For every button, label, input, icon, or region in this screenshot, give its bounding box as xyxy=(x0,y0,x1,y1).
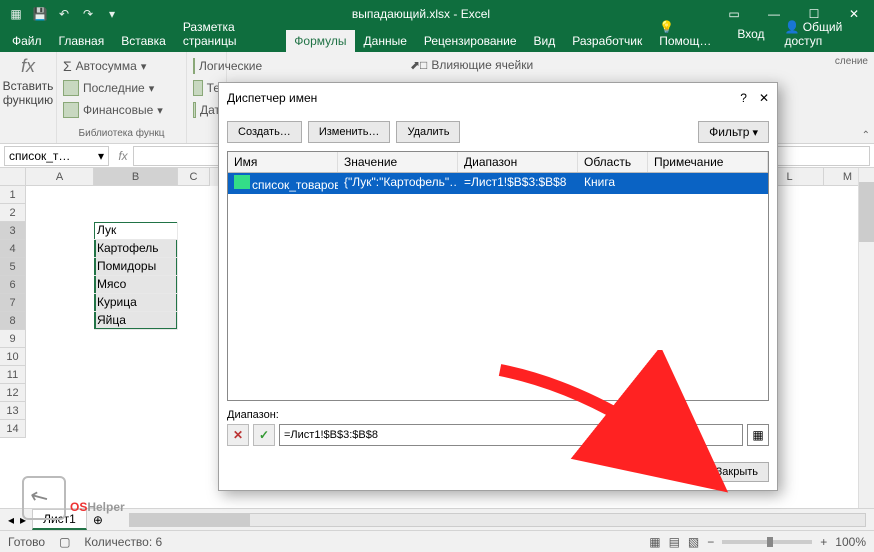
ribbon-group-label: Библиотека функц xyxy=(63,128,180,139)
row-header-11[interactable]: 11 xyxy=(0,366,26,384)
tab-help[interactable]: 💡 Помощ… xyxy=(651,16,728,52)
range-selector-icon[interactable]: ▦ xyxy=(747,424,769,446)
col-scope[interactable]: Область xyxy=(578,152,648,172)
share-button[interactable]: 👤 Общий доступ xyxy=(777,16,871,52)
name-icon xyxy=(234,175,250,189)
collapse-ribbon-icon[interactable]: ⌃ xyxy=(862,130,870,141)
signin-button[interactable]: Вход xyxy=(729,23,772,45)
row-header-14[interactable]: 14 xyxy=(0,420,26,438)
trace-precedents-button[interactable]: Влияющие ячейки xyxy=(431,58,533,72)
cell-B7[interactable]: Курица xyxy=(94,294,178,312)
tab-home[interactable]: Главная xyxy=(51,30,113,52)
create-button[interactable]: Создать… xyxy=(227,121,302,143)
row-header-10[interactable]: 10 xyxy=(0,348,26,366)
ribbon-tabs: Файл Главная Вставка Разметка страницы Ф… xyxy=(0,28,874,52)
range-input[interactable] xyxy=(279,424,743,446)
view-page-icon[interactable]: ▤ xyxy=(669,535,680,549)
sheet-nav-first-icon[interactable]: ◂ xyxy=(8,513,14,527)
quick-access-toolbar: ▦ 💾 ↶ ↷ ▾ xyxy=(0,6,128,22)
cancel-range-icon[interactable]: ✕ xyxy=(227,424,249,446)
row-header-4[interactable]: 4 xyxy=(0,240,26,258)
save-icon[interactable]: 💾 xyxy=(32,6,48,22)
cell-B3[interactable]: Лук xyxy=(94,222,178,240)
col-header-B[interactable]: B xyxy=(94,168,178,186)
tab-review[interactable]: Рецензирование xyxy=(416,30,525,52)
tab-view[interactable]: Вид xyxy=(526,30,564,52)
tab-file[interactable]: Файл xyxy=(4,30,50,52)
row-header-9[interactable]: 9 xyxy=(0,330,26,348)
tab-developer[interactable]: Разработчик xyxy=(564,30,650,52)
fx-icon[interactable]: fx xyxy=(113,149,133,163)
cell-B4[interactable]: Картофель xyxy=(94,240,178,258)
col-name[interactable]: Имя xyxy=(228,152,338,172)
row-header-12[interactable]: 12 xyxy=(0,384,26,402)
redo-icon[interactable]: ↷ xyxy=(80,6,96,22)
name-manager-dialog: Диспетчер имен ? ✕ Создать… Изменить… Уд… xyxy=(218,82,778,491)
text-button[interactable]: Те xyxy=(193,78,220,98)
row-header-5[interactable]: 5 xyxy=(0,258,26,276)
excel-icon: ▦ xyxy=(8,6,24,22)
accept-range-icon[interactable]: ✓ xyxy=(253,424,275,446)
zoom-level[interactable]: 100% xyxy=(835,535,866,549)
row-header-7[interactable]: 7 xyxy=(0,294,26,312)
delete-button[interactable]: Удалить xyxy=(396,121,460,143)
tab-insert[interactable]: Вставка xyxy=(113,30,174,52)
status-ready: Готово xyxy=(8,535,45,549)
dialog-close-icon[interactable]: ✕ xyxy=(759,91,769,105)
tab-formulas[interactable]: Формулы xyxy=(286,30,354,52)
name-box[interactable]: список_т…▾ xyxy=(4,146,109,166)
col-value[interactable]: Значение xyxy=(338,152,458,172)
row-headers: 1234567891011121314 xyxy=(0,186,26,438)
trace-precedents-icon[interactable]: ⬈□ xyxy=(410,58,427,72)
insert-function-button[interactable]: fx Вставить функцию xyxy=(6,56,50,107)
col-header-A[interactable]: A xyxy=(26,168,94,186)
zoom-in-icon[interactable]: + xyxy=(820,535,827,549)
row-header-8[interactable]: 8 xyxy=(0,312,26,330)
financial-button[interactable]: Финансовые ▾ xyxy=(63,100,180,120)
range-label: Диапазон: xyxy=(227,409,769,421)
undo-icon[interactable]: ↶ xyxy=(56,6,72,22)
ribbon-group-calc: сление xyxy=(835,56,868,67)
cell-B6[interactable]: Мясо xyxy=(94,276,178,294)
select-all-corner[interactable] xyxy=(0,168,26,186)
date-button[interactable]: Дат xyxy=(193,100,220,120)
horizontal-scrollbar[interactable] xyxy=(129,513,866,527)
zoom-slider[interactable] xyxy=(722,540,812,544)
dialog-help-icon[interactable]: ? xyxy=(740,91,747,105)
qat-more-icon[interactable]: ▾ xyxy=(104,6,120,22)
cell-B8[interactable]: Яйца xyxy=(94,312,178,330)
row-header-13[interactable]: 13 xyxy=(0,402,26,420)
col-note[interactable]: Примечание xyxy=(648,152,768,172)
filter-button[interactable]: Фильтр ▾ xyxy=(698,121,769,143)
col-header-C[interactable]: C xyxy=(178,168,210,186)
vertical-scrollbar[interactable] xyxy=(858,168,874,508)
logical-button[interactable]: Логические xyxy=(193,56,220,76)
row-header-1[interactable]: 1 xyxy=(0,186,26,204)
macro-record-icon[interactable]: ▢ xyxy=(59,535,70,549)
dialog-titlebar[interactable]: Диспетчер имен ? ✕ xyxy=(219,83,777,113)
row-header-2[interactable]: 2 xyxy=(0,204,26,222)
view-normal-icon[interactable]: ▦ xyxy=(649,535,660,549)
row-header-6[interactable]: 6 xyxy=(0,276,26,294)
view-break-icon[interactable]: ▧ xyxy=(688,535,699,549)
row-header-3[interactable]: 3 xyxy=(0,222,26,240)
status-count: Количество: 6 xyxy=(84,535,162,549)
sheet-tab-bar: ◂ ▸ Лист1 ⊕ xyxy=(0,508,874,530)
tab-data[interactable]: Данные xyxy=(356,30,415,52)
close-button[interactable]: Закрыть xyxy=(705,462,769,482)
col-range[interactable]: Диапазон xyxy=(458,152,578,172)
edit-button[interactable]: Изменить… xyxy=(308,121,391,143)
dialog-title: Диспетчер имен xyxy=(227,91,317,105)
zoom-out-icon[interactable]: − xyxy=(707,535,714,549)
autosum-button[interactable]: ΣАвтосумма ▾ xyxy=(63,56,180,76)
recent-button[interactable]: Последние ▾ xyxy=(63,78,180,98)
cell-B5[interactable]: Помидоры xyxy=(94,258,178,276)
names-list[interactable]: Имя Значение Диапазон Область Примечание… xyxy=(227,151,769,401)
watermark: OSHelper xyxy=(70,490,125,518)
list-row[interactable]: список_товаров {"Лук":"Картофель"… =Лист… xyxy=(228,173,768,194)
list-header: Имя Значение Диапазон Область Примечание xyxy=(228,152,768,173)
tab-page-layout[interactable]: Разметка страницы xyxy=(175,16,285,52)
